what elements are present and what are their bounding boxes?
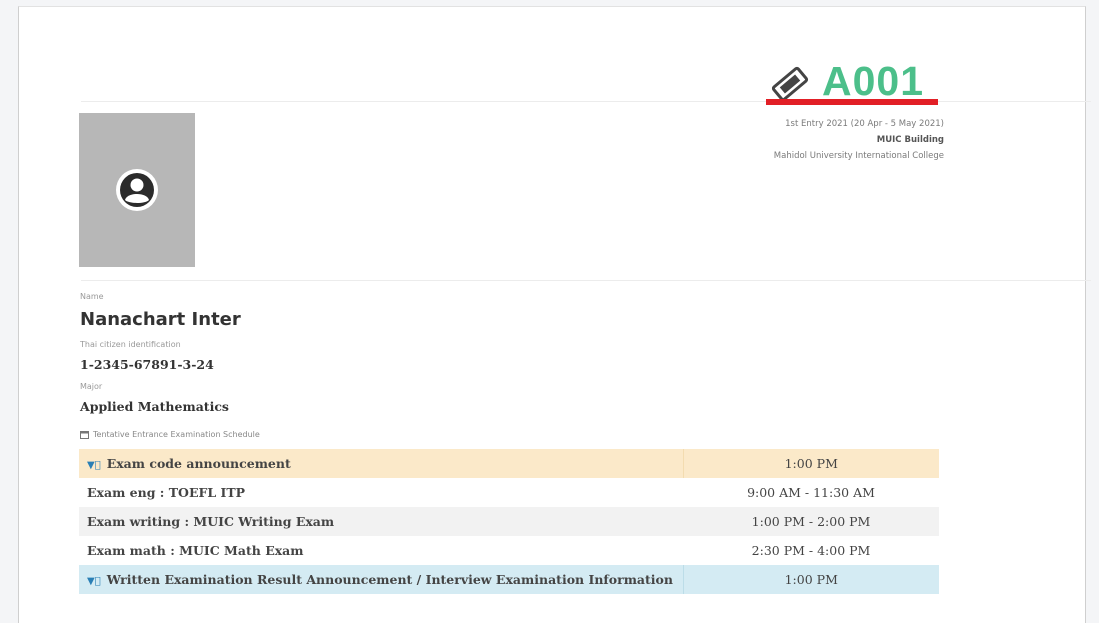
- schedule-item-time: 1:00 PM: [682, 565, 939, 594]
- middle-divider: [81, 280, 1091, 281]
- table-row: Exam math : MUIC Math Exam 2:30 PM - 4:0…: [79, 536, 939, 565]
- table-row: Exam eng : TOEFL ITP 9:00 AM - 11:30 AM: [79, 478, 939, 507]
- entry-institution: Mahidol University International College: [773, 151, 944, 161]
- schedule-title-text: Tentative Entrance Examination Schedule: [93, 430, 260, 439]
- schedule-item: ▼⃥ Exam code announcement: [79, 449, 683, 478]
- profile-photo: [79, 113, 195, 267]
- schedule-item-name: Written Examination Result Announcement …: [106, 572, 673, 587]
- name-label: Name: [80, 292, 104, 301]
- schedule-item-time: 2:30 PM - 4:00 PM: [751, 543, 871, 558]
- ticket-code: A001: [822, 58, 925, 104]
- schedule-title: Tentative Entrance Examination Schedule: [80, 430, 260, 439]
- entry-round: 1st Entry 2021 (20 Apr - 5 May 2021): [785, 119, 944, 129]
- schedule-item-name: Exam eng : TOEFL ITP: [87, 485, 246, 500]
- ticket-icon: [771, 66, 809, 102]
- major: Applied Mathematics: [80, 399, 229, 414]
- citizen-id: 1-2345-67891-3-24: [80, 357, 214, 372]
- calendar-icon: [80, 431, 89, 439]
- flag-icon: ▼⃥: [87, 576, 101, 587]
- table-row: ▼⃥ Written Examination Result Announcemen…: [79, 565, 939, 594]
- citizen-id-label: Thai citizen identification: [80, 340, 181, 349]
- table-row: ▼⃥ Exam code announcement 1:00 PM: [79, 449, 939, 478]
- ticket-code-underline: [766, 99, 938, 105]
- major-label: Major: [80, 382, 103, 391]
- schedule-item-name: Exam code announcement: [106, 456, 291, 471]
- schedule-item-time: 1:00 PM: [682, 449, 939, 478]
- entry-building: MUIC Building: [876, 135, 944, 145]
- ticket-header: A001: [740, 58, 950, 112]
- schedule-item-time: 1:00 PM - 2:00 PM: [751, 514, 871, 529]
- flag-icon: ▼⃥: [87, 460, 101, 471]
- schedule-item: ▼⃥ Written Examination Result Announcemen…: [79, 565, 683, 594]
- user-avatar-icon: [116, 169, 158, 211]
- entry-info: 1st Entry 2021 (20 Apr - 5 May 2021) MUI…: [644, 116, 944, 164]
- schedule-item-name: Exam math : MUIC Math Exam: [87, 543, 304, 558]
- table-row: Exam writing : MUIC Writing Exam 1:00 PM…: [79, 507, 939, 536]
- exam-schedule-table: ▼⃥ Exam code announcement 1:00 PM Exam en…: [79, 449, 939, 594]
- student-name: Nanachart Inter: [80, 309, 241, 330]
- schedule-item-time: 9:00 AM - 11:30 AM: [747, 485, 875, 500]
- schedule-item-name: Exam writing : MUIC Writing Exam: [87, 514, 335, 529]
